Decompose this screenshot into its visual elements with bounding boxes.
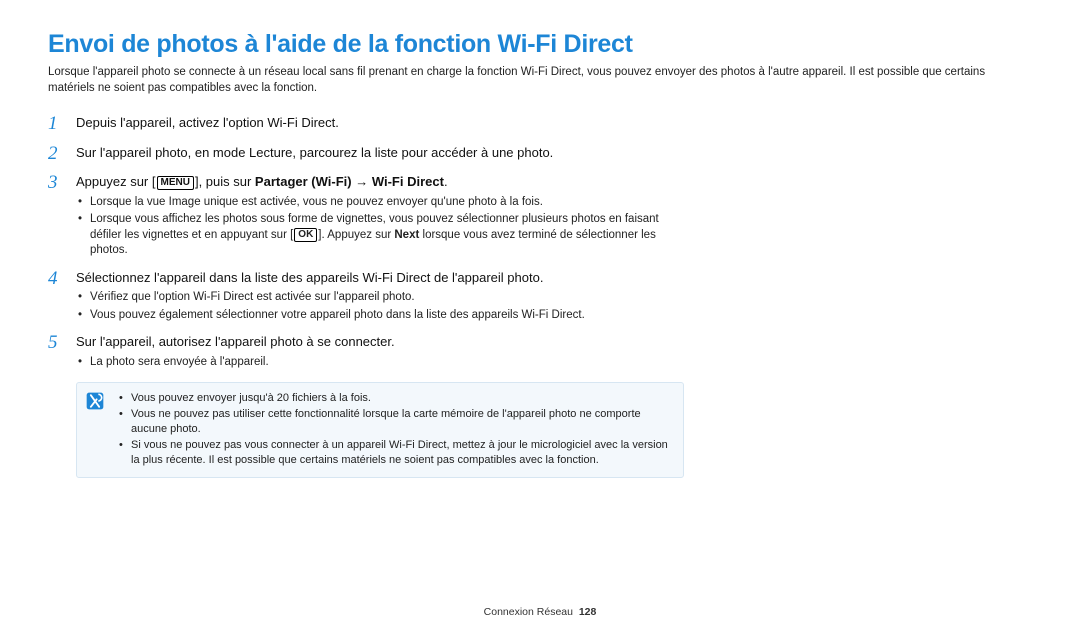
- sub-bullet-list: Vérifiez que l'option Wi‑Fi Direct est a…: [76, 290, 585, 323]
- step-text: Sur l'appareil photo, en mode Lecture, p…: [76, 144, 553, 162]
- step-body: Sur l'appareil photo, en mode Lecture, p…: [76, 144, 553, 166]
- note-item: Vous ne pouvez pas utiliser cette foncti…: [131, 407, 671, 437]
- page-footer: Connexion Réseau 128: [0, 606, 1080, 618]
- page-title: Envoi de photos à l'aide de la fonction …: [48, 30, 1032, 59]
- step-number: 5: [48, 333, 76, 354]
- step-item: 1 Depuis l'appareil, activez l'option Wi…: [48, 114, 688, 136]
- note-item: Vous pouvez envoyer jusqu'à 20 fichiers …: [131, 391, 671, 406]
- ok-key-icon: OK: [294, 228, 317, 242]
- step-body: Appuyez sur [MENU], puis sur Partager (W…: [76, 173, 688, 261]
- step-text: Depuis l'appareil, activez l'option Wi-F…: [76, 114, 339, 132]
- step-item: 4 Sélectionnez l'appareil dans la liste …: [48, 269, 688, 326]
- text-fragment: ], puis sur: [195, 174, 255, 189]
- note-icon: [85, 391, 105, 411]
- text-fragment: Appuyez sur [: [76, 174, 156, 189]
- menu-key-icon: MENU: [157, 176, 194, 190]
- sub-bullet: La photo sera envoyée à l'appareil.: [90, 355, 395, 371]
- sub-bullet: Vérifiez que l'option Wi‑Fi Direct est a…: [90, 290, 585, 306]
- text-fragment: ]. Appuyez sur: [318, 229, 394, 241]
- note-item: Si vous ne pouvez pas vous connecter à u…: [131, 438, 671, 468]
- step-body: Sélectionnez l'appareil dans la liste de…: [76, 269, 585, 326]
- note-list: Vous pouvez envoyer jusqu'à 20 fichiers …: [117, 391, 671, 467]
- step-body: Sur l'appareil, autorisez l'appareil pho…: [76, 333, 395, 372]
- step-text: Sélectionnez l'appareil dans la liste de…: [76, 269, 585, 287]
- step-number: 4: [48, 269, 76, 290]
- footer-section: Connexion Réseau: [484, 606, 573, 618]
- step-item: 5 Sur l'appareil, autorisez l'appareil p…: [48, 333, 688, 372]
- step-list: 1 Depuis l'appareil, activez l'option Wi…: [48, 114, 688, 372]
- manual-page: Envoi de photos à l'aide de la fonction …: [0, 0, 1080, 630]
- intro-paragraph: Lorsque l'appareil photo se connecte à u…: [48, 65, 1032, 96]
- bold-text: Next: [394, 229, 419, 241]
- sub-bullet: Vous pouvez également sélectionner votre…: [90, 308, 585, 324]
- step-item: 3 Appuyez sur [MENU], puis sur Partager …: [48, 173, 688, 261]
- step-text: Appuyez sur [MENU], puis sur Partager (W…: [76, 173, 688, 191]
- step-number: 2: [48, 144, 76, 165]
- sub-bullet-list: Lorsque la vue Image unique est activée,…: [76, 195, 688, 259]
- sub-bullet: Lorsque vous affichez les photos sous fo…: [90, 212, 688, 259]
- step-number: 3: [48, 173, 76, 194]
- step-item: 2 Sur l'appareil photo, en mode Lecture,…: [48, 144, 688, 166]
- step-text: Sur l'appareil, autorisez l'appareil pho…: [76, 333, 395, 351]
- text-fragment: .: [444, 174, 448, 189]
- step-body: Depuis l'appareil, activez l'option Wi-F…: [76, 114, 339, 136]
- sub-bullet: Lorsque la vue Image unique est activée,…: [90, 195, 688, 211]
- footer-page-number: 128: [579, 606, 597, 618]
- note-callout: Vous pouvez envoyer jusqu'à 20 fichiers …: [76, 382, 684, 477]
- sub-bullet-list: La photo sera envoyée à l'appareil.: [76, 355, 395, 371]
- bold-text: Partager (Wi‑Fi) → Wi‑Fi Direct: [255, 174, 444, 189]
- step-number: 1: [48, 114, 76, 135]
